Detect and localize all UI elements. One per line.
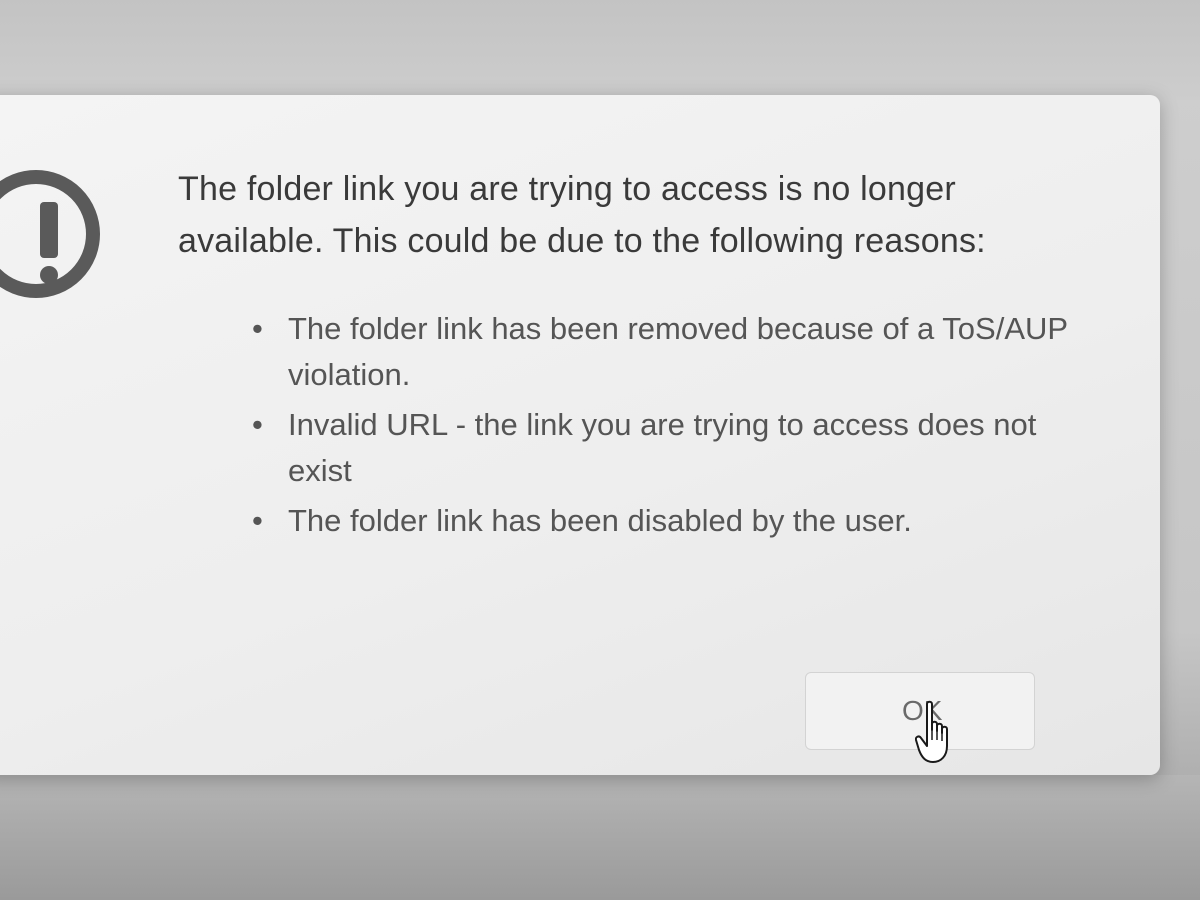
reason-text: Invalid URL - the link you are trying to… xyxy=(288,407,1037,488)
background-top xyxy=(0,0,1200,100)
ok-button[interactable]: OK xyxy=(805,672,1035,750)
background-bottom xyxy=(0,775,1200,900)
reason-text: The folder link has been disabled by the… xyxy=(288,503,912,538)
bullet: • xyxy=(252,407,263,442)
reason-text: The folder link has been removed because… xyxy=(288,311,1068,392)
list-item: • The folder link has been removed becau… xyxy=(248,306,1088,398)
ok-button-label: OK xyxy=(902,695,943,726)
error-message: The folder link you are trying to access… xyxy=(178,170,986,260)
reasons-list: • The folder link has been removed becau… xyxy=(248,306,1088,548)
exclamation-bar xyxy=(40,202,58,258)
bullet: • xyxy=(252,311,263,346)
bullet: • xyxy=(252,503,263,538)
exclamation-dot xyxy=(40,266,58,284)
list-item: • The folder link has been disabled by t… xyxy=(248,498,1088,544)
list-item: • Invalid URL - the link you are trying … xyxy=(248,402,1088,494)
